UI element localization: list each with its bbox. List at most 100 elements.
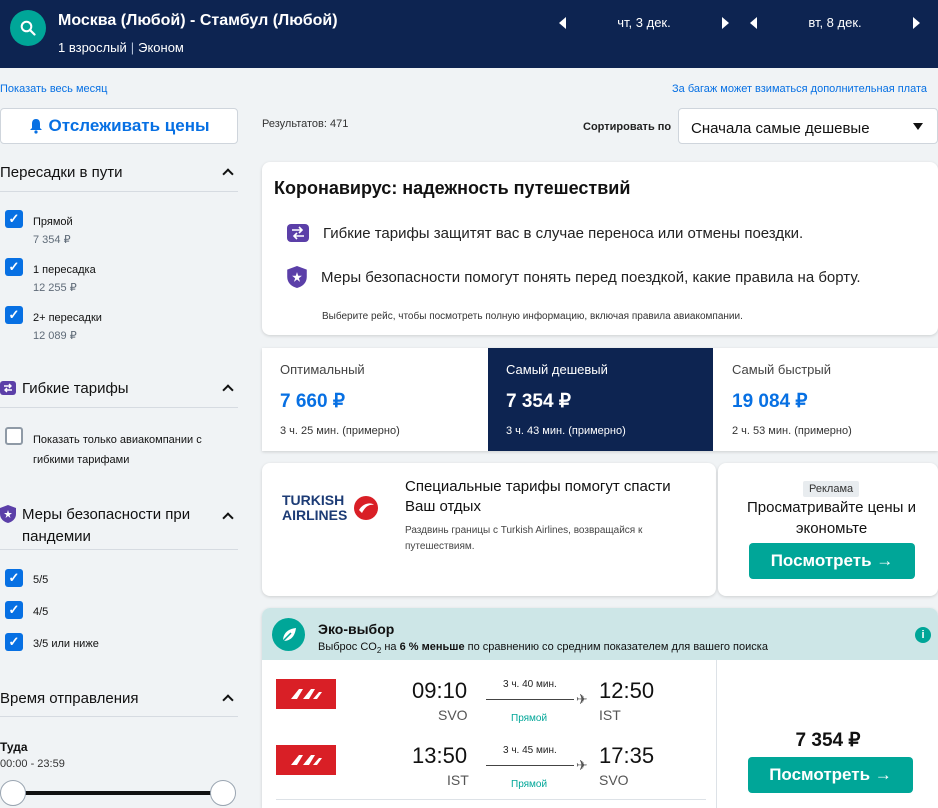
sort-label: Сортировать по xyxy=(583,121,672,133)
slider-min-handle[interactable] xyxy=(0,780,26,806)
tab-duration: 2 ч. 53 мин. (примерно) xyxy=(732,425,852,437)
view-ad-button[interactable]: Посмотреть → xyxy=(749,543,915,579)
flex-fare-icon xyxy=(287,224,309,242)
select-flight-button[interactable]: Посмотреть → xyxy=(748,757,913,793)
tab-duration: 3 ч. 25 мин. (примерно) xyxy=(280,425,400,437)
stops-direct-checkbox[interactable]: ✓ xyxy=(5,210,23,228)
nordwind-logo xyxy=(276,745,336,775)
safety-filter-title: Меры безопасности при пандемии xyxy=(22,506,191,545)
safety-4-checkbox[interactable]: ✓ xyxy=(5,601,23,619)
divider xyxy=(0,716,238,717)
nordwind-logo xyxy=(276,679,336,709)
stops-one-checkbox[interactable]: ✓ xyxy=(5,258,23,276)
stops-filter-header[interactable]: Пересадки в пути xyxy=(0,164,238,181)
safety-filter-header[interactable]: Меры безопасности при пандемии xyxy=(0,504,238,548)
tab-price: 19 084 ₽ xyxy=(732,391,808,412)
promo-card[interactable]: TURKISH AIRLINES Специальные тарифы помо… xyxy=(262,463,716,596)
stops-one-label: 1 пересадка xyxy=(33,264,96,276)
crescent-icon xyxy=(354,496,379,520)
sort-value: Сначала самые дешевые xyxy=(691,120,870,137)
safety-4-label: 4/5 xyxy=(33,606,49,618)
search-summary-bar: Москва (Любой) - Стамбул (Любой) 1 взрос… xyxy=(0,0,938,68)
search-button[interactable] xyxy=(10,10,46,46)
eco-subtitle: Выброс CO2 на 6 % меньше по сравнению со… xyxy=(318,641,768,655)
stops-two-plus-price: 12 089 ₽ xyxy=(33,330,77,342)
eco-suffix: по сравнению со средним показателем для … xyxy=(464,641,768,653)
next-date-icon[interactable] xyxy=(722,16,729,29)
trip-details[interactable]: 1 взрослый | Эконом xyxy=(58,40,184,55)
divider xyxy=(276,799,706,800)
divider xyxy=(0,407,238,408)
route-title[interactable]: Москва (Любой) - Стамбул (Любой) xyxy=(58,12,338,30)
departure-time: 13:50 xyxy=(412,743,468,768)
covid-info-card: Коронавирус: надежность путешествий Гибк… xyxy=(262,162,938,335)
safety-3-label: 3/5 или ниже xyxy=(33,638,99,650)
track-prices-button[interactable]: Отслеживать цены xyxy=(0,108,238,144)
depart-date[interactable]: чт, 3 дек. xyxy=(566,15,722,30)
tab-duration: 3 ч. 43 мин. (примерно) xyxy=(506,425,626,437)
dropdown-arrow-icon xyxy=(913,123,923,130)
depart-date-nav: чт, 3 дек. xyxy=(559,15,729,30)
flex-only-checkbox[interactable] xyxy=(5,427,23,445)
leaf-icon xyxy=(272,618,305,651)
arrival-time: 12:50 xyxy=(599,678,655,703)
logo-line-2: AIRLINES xyxy=(282,507,348,523)
prev-date-icon[interactable] xyxy=(750,16,757,29)
tab-cheapest[interactable]: Самый дешевый 7 354 ₽ 3 ч. 43 мин. (прим… xyxy=(488,348,713,451)
info-icon[interactable]: i xyxy=(915,627,931,643)
safety-5-checkbox[interactable]: ✓ xyxy=(5,569,23,587)
chevron-up-icon xyxy=(222,384,234,396)
slider-max-handle[interactable] xyxy=(210,780,236,806)
safety-5-label: 5/5 xyxy=(33,574,49,586)
safety-text: Меры безопасности помогут понять перед п… xyxy=(321,268,861,286)
stops-direct-price: 7 354 ₽ xyxy=(33,234,71,246)
safety-3-checkbox[interactable]: ✓ xyxy=(5,633,23,651)
route-line xyxy=(486,699,574,700)
cabin-label: Эконом xyxy=(138,40,184,55)
flex-filter-header[interactable]: Гибкие тарифы xyxy=(0,380,238,397)
sort-select[interactable]: Сначала самые дешевые xyxy=(678,108,938,144)
passengers-label: 1 взрослый xyxy=(58,40,127,55)
eco-reduction: 6 % меньше xyxy=(399,641,465,653)
next-date-icon[interactable] xyxy=(913,16,920,29)
flex-filter-title: Гибкие тарифы xyxy=(22,380,129,397)
prev-date-icon[interactable] xyxy=(559,16,566,29)
divider xyxy=(0,549,238,550)
chevron-up-icon xyxy=(222,694,234,706)
tab-price: 7 354 ₽ xyxy=(506,391,571,412)
plane-icon: ✈ xyxy=(576,691,588,707)
tab-fastest[interactable]: Самый быстрый 19 084 ₽ 2 ч. 53 мин. (при… xyxy=(714,348,938,451)
safety-info: Меры безопасности помогут понять перед п… xyxy=(287,266,861,288)
flex-only-label: Показать только авиакомпании с гибкими т… xyxy=(33,434,202,466)
departure-filter-header[interactable]: Время отправления xyxy=(0,690,238,707)
bell-icon xyxy=(29,119,42,134)
turkish-airlines-logo: TURKISH AIRLINES xyxy=(282,493,382,523)
flight-price: 7 354 ₽ xyxy=(795,730,861,751)
departure-airport: IST xyxy=(447,772,469,788)
return-date[interactable]: вт, 8 дек. xyxy=(757,15,913,30)
outbound-label: Туда xyxy=(0,740,28,754)
eco-title: Эко-выбор xyxy=(318,621,395,637)
departure-range: 00:00 - 23:59 xyxy=(0,758,65,770)
track-prices-label: Отслеживать цены xyxy=(48,116,210,135)
tab-name: Самый дешевый xyxy=(506,362,608,377)
leg-duration: 3 ч. 40 мин. xyxy=(503,679,557,690)
ad-badge: Реклама xyxy=(803,481,860,497)
stops-two-plus-checkbox[interactable]: ✓ xyxy=(5,306,23,324)
eco-choice-banner: Эко-выбор Выброс CO2 на 6 % меньше по ср… xyxy=(262,608,938,660)
show-month-link[interactable]: Показать весь месяц xyxy=(0,83,107,95)
tab-optimal[interactable]: Оптимальный 7 660 ₽ 3 ч. 25 мин. (пример… xyxy=(262,348,488,451)
departure-slider-track[interactable] xyxy=(12,791,222,795)
chevron-up-icon xyxy=(222,512,234,524)
stops-two-plus-label: 2+ пересадки xyxy=(33,312,102,324)
arrival-airport: SVO xyxy=(599,772,629,788)
tab-name: Оптимальный xyxy=(280,362,365,377)
shield-icon xyxy=(0,505,16,523)
plane-icon: ✈ xyxy=(576,757,588,773)
covid-note: Выберите рейс, чтобы посмотреть полную и… xyxy=(322,311,743,322)
baggage-fee-link[interactable]: За багаж может взиматься дополнительная … xyxy=(672,83,938,95)
results-count: Результатов: 471 xyxy=(262,118,349,130)
flex-fares-text: Гибкие тарифы защитят вас в случае перен… xyxy=(323,224,804,242)
arrival-time: 17:35 xyxy=(599,743,655,768)
search-icon xyxy=(20,20,36,36)
